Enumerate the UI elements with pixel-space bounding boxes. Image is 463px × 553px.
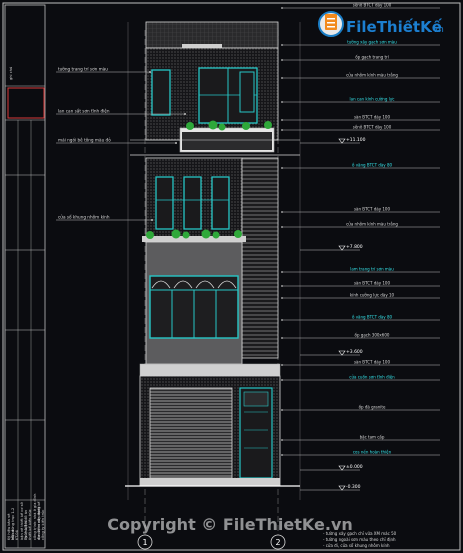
right-label: ốp gạch 300x600: [355, 333, 390, 338]
second-floor-balcony-rail: [142, 236, 246, 242]
right-label: cos nền hoàn thiện: [353, 450, 392, 455]
axis-bubble-1: 1: [137, 534, 153, 550]
filethietke-logo[interactable]: FileThiếtKế .vn: [318, 11, 444, 37]
elevation-drawing: Ký hiệu bản vẽ hồ sơMặt đứng trục 1-2 KT-0…: [2, 2, 461, 551]
right-label: cửa nhôm kính màu trắng: [346, 222, 398, 227]
entry-steps: [140, 478, 280, 486]
right-label: cửa nhôm kính màu trắng: [346, 73, 398, 78]
right-label: ô văng BTCT dày 80: [352, 163, 393, 168]
right-label: sàn BTCT dày 100: [354, 115, 391, 120]
right-label: lan can kính cường lực: [350, 97, 395, 102]
level-markers: +11.100 +7.800 +3.600 ±0.000 -0.300: [300, 137, 366, 491]
right-label: ốp đá granite: [359, 405, 386, 410]
title-block-text: ghi chú: [9, 67, 13, 80]
svg-text:FileThiếtKế: FileThiếtKế: [346, 17, 443, 36]
level-label: +11.100: [346, 137, 366, 143]
svg-text:2: 2: [275, 538, 280, 547]
right-label: ô văng BTCT dày 80: [352, 315, 393, 320]
svg-text:.vn: .vn: [430, 25, 444, 35]
right-label: tường xây gạch sơn màu: [347, 40, 397, 45]
left-label: mái ngói bê tông màu đỏ: [58, 138, 111, 143]
right-label: cửa cuốn sơn tĩnh điện: [349, 375, 395, 380]
building-facade: [125, 21, 300, 487]
third-floor-window-left: [151, 69, 171, 116]
left-label: tường trang trí sơn màu: [58, 67, 108, 72]
left-label: cửa sổ khung nhôm kính: [58, 215, 110, 220]
level-label: ±0.000: [346, 464, 363, 470]
right-labels: sênô BTCT dày 100 tường xây gạch sơn màu ố…: [281, 3, 440, 456]
svg-text:1: 1: [142, 538, 147, 547]
right-label: bậc tam cấp: [360, 435, 385, 440]
rollup-door: [149, 387, 233, 479]
left-label: lan can sắt sơn tĩnh điện: [58, 109, 110, 114]
right-label: ốp gạch trang trí: [355, 55, 389, 60]
copyright-watermark: Copyright © FileThietKe.vn: [107, 515, 353, 534]
level-label: -0.300: [346, 484, 361, 490]
right-label: kính cường lực dày 10: [350, 293, 395, 298]
right-label: sàn BTCT dày 100: [354, 207, 391, 212]
title-block-text: công ty kiến trúc: [41, 510, 45, 540]
right-label: sênô BTCT dày 100: [353, 3, 392, 8]
title-block-text: thiết kế kiến trúc: [28, 509, 32, 540]
ground-floor-canopy: [139, 363, 281, 377]
svg-text:- cửa đi, cửa sổ khung nhôm kí: - cửa đi, cửa sổ khung nhôm kính: [323, 543, 390, 548]
level-label: +3.600: [346, 349, 363, 355]
level-label: +7.800: [346, 244, 363, 250]
right-label: sênô BTCT dày 100: [353, 125, 392, 130]
second-floor-window-1: [155, 176, 174, 230]
axis-bubble-2: 2: [270, 534, 286, 550]
decorative-louvers: [241, 157, 279, 359]
right-label: sàn BTCT dày 100: [354, 360, 391, 365]
title-block-text: KT-04: [15, 529, 19, 540]
right-label: lam trang trí sơn màu: [350, 267, 394, 272]
second-floor-window-2: [183, 176, 202, 230]
right-label: sàn BTCT dày 100: [354, 281, 391, 286]
second-floor-window-3: [211, 176, 230, 230]
svg-text:- tường ngoài sơn màu theo chỉ: - tường ngoài sơn màu theo chỉ định: [323, 537, 396, 542]
title-block: Ký hiệu bản vẽ hồ sơMặt đứng trục 1-2 KT-0…: [4, 4, 46, 549]
